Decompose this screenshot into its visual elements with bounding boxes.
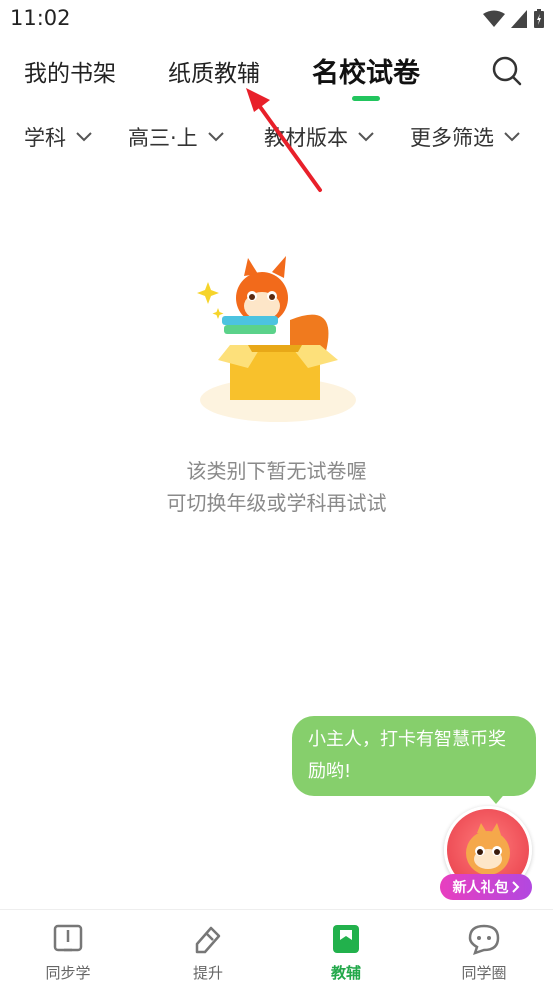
tab-my-bookshelf[interactable]: 我的书架 [24,54,116,88]
status-icons [483,8,545,30]
filter-subject-label: 学科 [24,126,66,150]
bottom-nav-bar: 同步学 提升 教辅 同学圈 [0,909,553,985]
filter-textbook-version-label: 教材版本 [264,126,348,150]
bookmark-book-icon [333,925,359,953]
promo-speech-bubble[interactable]: 小主人，打卡有智慧币奖 励哟! [292,716,536,796]
chevron-down-icon [207,132,224,142]
filter-subject[interactable]: 学科 [24,122,92,152]
top-tab-bar: 我的书架 纸质教辅 名校试卷 [0,40,553,110]
tab-paper-tutoring[interactable]: 纸质教辅 [168,54,260,88]
battery-icon [534,9,544,28]
promo-bubble-tail [484,790,508,804]
chevron-down-icon [358,132,374,142]
pencil-tag-icon [195,926,221,954]
tab-school-exam-papers[interactable]: 名校试卷 [312,51,420,90]
book-icon [53,924,83,952]
nav-item-sync-learning[interactable]: 同步学 [18,922,118,983]
signal-icon [511,10,527,28]
empty-state-message: 该类别下暂无试卷喔 [186,459,367,483]
filter-more-label: 更多筛选 [410,126,494,150]
nav-label-tutoring: 教辅 [330,964,361,982]
chevron-right-icon [511,881,519,893]
new-user-gift-button[interactable]: 新人礼包 [440,806,532,902]
gift-label-text: 新人礼包 [452,880,509,896]
empty-state-hint: 可切换年级或学科再试试 [166,491,387,515]
status-time: 11:02 [10,6,71,30]
filter-textbook-version[interactable]: 教材版本 [264,122,374,152]
nav-item-classmates[interactable]: 同学圈 [434,922,534,983]
wifi-icon [483,10,505,27]
nav-label-sync-learning: 同步学 [45,964,91,982]
gift-label-pill: 新人礼包 [440,874,532,900]
promo-bubble-line2: 励哟! [308,761,352,782]
empty-state-squirrel-box-illustration [197,256,356,422]
nav-item-improve[interactable]: 提升 [158,922,258,983]
filter-bar: 学科 高三·上 教材版本 更多筛选 [0,112,553,160]
active-tab-indicator [352,96,380,101]
chevron-down-icon [504,132,520,142]
filter-grade-label: 高三·上 [128,126,198,150]
status-bar: 11:02 [0,0,553,38]
search-icon[interactable] [490,54,524,88]
nav-item-tutoring[interactable]: 教辅 [296,922,396,983]
chat-bubble-icon [468,924,500,955]
promo-bubble-line1: 小主人，打卡有智慧币奖 [308,729,506,750]
nav-label-classmates: 同学圈 [461,964,507,982]
filter-grade[interactable]: 高三·上 [128,122,224,152]
nav-label-improve: 提升 [192,964,223,982]
chevron-down-icon [76,132,92,142]
filter-more[interactable]: 更多筛选 [410,122,520,152]
